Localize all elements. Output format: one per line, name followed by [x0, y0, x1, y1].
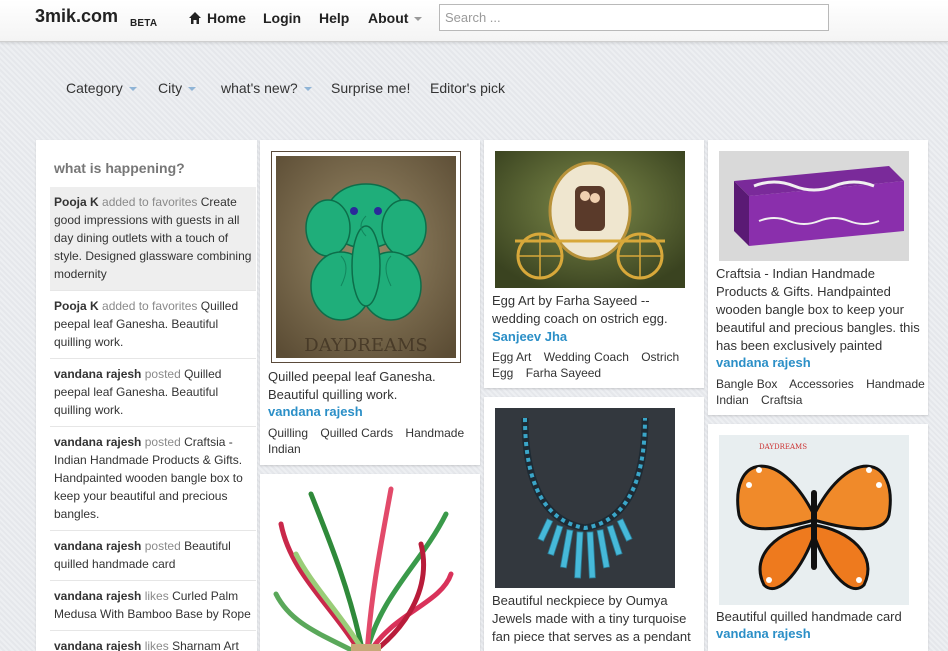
pin-author-link[interactable]: vandana rajesh — [716, 355, 811, 370]
tag-link[interactable]: Egg — [492, 366, 513, 380]
subnav-city-label: City — [158, 80, 183, 96]
tag-link[interactable]: Indian — [268, 442, 301, 456]
chevron-down-icon — [188, 87, 197, 91]
tag-link[interactable]: Farha Sayeed — [526, 366, 601, 380]
pin-description: Beautiful quilled handmade card — [716, 609, 902, 624]
feed-user[interactable]: Pooja K — [54, 195, 99, 209]
subnav-editors-pick-link[interactable]: Editor's pick — [430, 80, 505, 96]
pin-author-link[interactable]: Sanjeev Jha — [492, 329, 567, 344]
feed-action: posted — [144, 435, 181, 449]
feed-user[interactable]: vandana rajesh — [54, 435, 141, 449]
feed-user[interactable]: Pooja K — [54, 299, 99, 313]
nav-home-link[interactable]: Home — [188, 10, 246, 26]
tag-link[interactable]: Accessories — [789, 377, 854, 391]
tag-link[interactable]: Wedding Coach — [544, 350, 629, 364]
feed-action: added to favorites — [102, 195, 198, 209]
pin-tags: Bangle Box Accessories Handmade Indian C… — [716, 376, 928, 408]
feed-action: likes — [144, 639, 169, 651]
curled-palm-image — [271, 484, 457, 651]
pin-image[interactable]: DAYDREAMS — [271, 151, 461, 363]
pin-image[interactable] — [271, 484, 457, 651]
feed-user[interactable]: vandana rajesh — [54, 589, 141, 603]
nav-about-label: About — [368, 10, 409, 26]
chevron-down-icon — [303, 87, 312, 91]
pin-description: Egg Art by Farha Sayeed -- wedding coach… — [492, 293, 668, 326]
tag-link[interactable]: Handmade — [405, 426, 464, 440]
subnav-category-dropdown[interactable]: Category — [66, 80, 137, 96]
neckpiece-image — [495, 408, 675, 588]
tag-link[interactable]: Quilling — [268, 426, 308, 440]
pin-image[interactable] — [495, 151, 685, 288]
bangle-box-image — [719, 151, 909, 261]
pin-card: DAYDREAMS Quilled peepal leaf Ganesha. B… — [260, 140, 480, 465]
subnav-city-dropdown[interactable]: City — [158, 80, 197, 96]
tag-link[interactable]: Bangle Box — [716, 377, 777, 391]
nav-about-dropdown[interactable]: About — [368, 10, 423, 26]
watermark-text: DAYDREAMS — [759, 443, 807, 451]
feed-user[interactable]: vandana rajesh — [54, 639, 141, 651]
subnav-whats-new-dropdown[interactable]: what's new? — [221, 80, 312, 96]
pin-image[interactable] — [495, 408, 675, 588]
top-bar: 3mik.com BETA Home Login Help About — [0, 0, 948, 42]
egg-art-image — [495, 151, 685, 288]
list-item[interactable]: Pooja K added to favorites Create good i… — [50, 187, 256, 291]
watermark-text: DAYDREAMS — [304, 335, 427, 356]
feed-action: added to favorites — [102, 299, 198, 313]
pin-card: Egg Art by Farha Sayeed -- wedding coach… — [484, 140, 704, 388]
tag-link[interactable]: Ostrich — [641, 350, 679, 364]
chevron-down-icon — [414, 17, 423, 21]
list-item[interactable]: vandana rajesh posted Beautiful quilled … — [50, 531, 256, 581]
nav-home-label: Home — [207, 10, 246, 26]
nav-login-link[interactable]: Login — [263, 10, 301, 26]
list-item[interactable]: vandana rajesh likes Curled Palm Medusa … — [50, 581, 256, 631]
list-item[interactable]: vandana rajesh posted Quilled peepal lea… — [50, 359, 256, 427]
pin-image[interactable] — [719, 151, 909, 261]
pin-card: Craftsia - Indian Handmade Products & Gi… — [708, 140, 928, 415]
feed-text[interactable]: Sharnam Art — [172, 639, 239, 651]
feed-action: posted — [144, 539, 181, 553]
activity-feed: Pooja K added to favorites Create good i… — [50, 187, 256, 651]
pin-description: Craftsia - Indian Handmade Products & Gi… — [716, 266, 920, 353]
tag-link[interactable]: Craftsia — [761, 393, 802, 407]
pin-tags: Quilling Quilled Cards Handmade Indian — [268, 425, 480, 457]
nav-help-link[interactable]: Help — [319, 10, 349, 26]
list-item[interactable]: vandana rajesh likes Sharnam Art — [50, 631, 256, 651]
activity-title: what is happening? — [54, 160, 185, 176]
tag-link[interactable]: Egg Art — [492, 350, 531, 364]
pin-card: Beautiful neckpiece by Oumya Jewels made… — [484, 397, 704, 651]
ganesha-quilling-image: DAYDREAMS — [276, 156, 456, 358]
chevron-down-icon — [128, 87, 137, 91]
butterfly-card-image: DAYDREAMS — [719, 435, 909, 605]
pin-card: DAYDREAMS Beautiful quilled handmade car… — [708, 424, 928, 651]
feed-action: posted — [144, 367, 181, 381]
list-item[interactable]: Pooja K added to favorites Quilled peepa… — [50, 291, 256, 359]
pin-tags: Egg Art Wedding Coach Ostrich Egg Farha … — [492, 349, 704, 381]
home-icon — [189, 12, 201, 24]
subnav-whats-new-label: what's new? — [221, 80, 298, 96]
feed-action: likes — [144, 589, 169, 603]
activity-panel: what is happening? Pooja K added to favo… — [36, 140, 257, 651]
site-logo[interactable]: 3mik.com — [35, 6, 118, 27]
beta-badge: BETA — [130, 18, 158, 29]
tag-link[interactable]: Quilled Cards — [320, 426, 393, 440]
pin-image[interactable]: DAYDREAMS — [719, 435, 909, 605]
feed-user[interactable]: vandana rajesh — [54, 539, 141, 553]
pin-author-link[interactable]: vandana rajesh — [716, 626, 811, 641]
list-item[interactable]: vandana rajesh posted Craftsia - Indian … — [50, 427, 256, 531]
pin-card — [260, 474, 480, 651]
pin-description: Quilled peepal leaf Ganesha. Beautiful q… — [268, 369, 436, 402]
pin-author-link[interactable]: vandana rajesh — [268, 404, 363, 419]
subnav-surprise-link[interactable]: Surprise me! — [331, 80, 410, 96]
pin-description: Beautiful neckpiece by Oumya Jewels made… — [492, 593, 691, 644]
feed-user[interactable]: vandana rajesh — [54, 367, 141, 381]
search-input[interactable] — [439, 4, 829, 31]
subnav-category-label: Category — [66, 80, 123, 96]
